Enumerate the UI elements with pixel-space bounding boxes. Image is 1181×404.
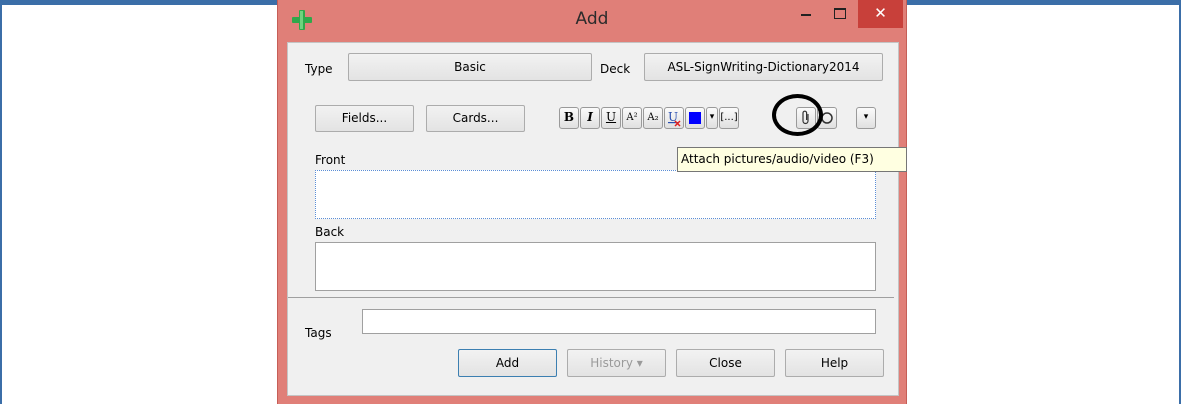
type-label: Type [305, 62, 333, 76]
front-field[interactable] [315, 170, 876, 219]
minimize-button[interactable] [792, 0, 820, 28]
separator [288, 297, 894, 298]
tags-label: Tags [305, 326, 332, 340]
text-color-button[interactable] [685, 107, 705, 129]
back-label: Back [315, 225, 345, 239]
tooltip: Attach pictures/audio/video (F3) [677, 147, 907, 172]
history-button[interactable]: History ▾ [567, 349, 666, 377]
more-options-button[interactable]: ▾ [856, 107, 876, 129]
background-frame-left [0, 0, 2, 404]
superscript-button[interactable]: A² [622, 107, 642, 129]
tags-input[interactable] [362, 309, 876, 334]
cloze-button[interactable]: [...] [719, 107, 739, 129]
back-field[interactable] [315, 242, 876, 291]
clear-formatting-button[interactable]: U [664, 107, 684, 129]
cards-button[interactable]: Cards... [426, 105, 525, 132]
fields-button[interactable]: Fields... [315, 105, 414, 132]
add-dialog: Add ✕ Type Basic Deck ASL-SignWriting-Di… [277, 0, 907, 404]
help-button[interactable]: Help [785, 349, 884, 377]
title-bar[interactable]: Add ✕ [278, 0, 906, 40]
front-label: Front [315, 153, 346, 167]
maximize-button[interactable] [826, 0, 854, 28]
highlight-circle [772, 94, 823, 136]
color-swatch-icon [689, 112, 701, 124]
subscript-button[interactable]: A₂ [643, 107, 663, 129]
deck-label: Deck [600, 62, 631, 76]
add-button[interactable]: Add [458, 349, 557, 377]
bold-button[interactable]: B [559, 107, 579, 129]
close-window-button[interactable]: ✕ [858, 0, 903, 28]
italic-button[interactable]: I [580, 107, 600, 129]
close-button[interactable]: Close [676, 349, 775, 377]
clear-formatting-icon: U [668, 110, 681, 127]
text-color-dropdown[interactable]: ▾ [706, 107, 718, 129]
underline-button[interactable]: U [601, 107, 621, 129]
deck-chooser-button[interactable]: ASL-SignWriting-Dictionary2014 [644, 53, 883, 81]
type-chooser-button[interactable]: Basic [348, 53, 592, 81]
